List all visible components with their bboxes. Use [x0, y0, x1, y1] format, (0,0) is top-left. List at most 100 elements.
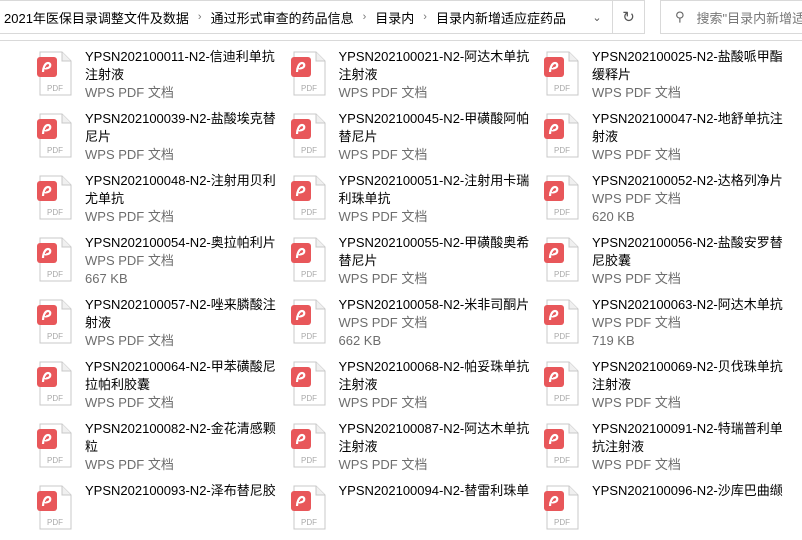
breadcrumb-item[interactable]: 目录内	[375, 8, 414, 27]
file-name: YPSN202100068-N2-帕妥珠单抗注射液	[338, 359, 530, 392]
file-tile[interactable]: PDF YPSN202100057-N2-唑来膦酸注射液 WPS PDF 文档	[37, 296, 287, 354]
svg-text:PDF: PDF	[554, 208, 570, 217]
svg-text:PDF: PDF	[47, 518, 63, 527]
file-tile[interactable]: PDF YPSN202100055-N2-甲磺酸奥希替尼片 WPS PDF 文档	[290, 234, 541, 292]
file-tile[interactable]: PDF YPSN202100087-N2-阿达木单抗注射液 WPS PDF 文档	[290, 420, 541, 478]
svg-text:PDF: PDF	[554, 332, 570, 341]
file-name: YPSN202100011-N2-信迪利单抗注射液	[85, 49, 275, 82]
pdf-file-icon: PDF	[544, 485, 579, 530]
file-tile[interactable]: PDF YPSN202100069-N2-贝伐珠单抗注射液 WPS PDF 文档	[544, 358, 794, 416]
breadcrumb-item[interactable]: 2021年医保目录调整文件及数据	[4, 8, 189, 27]
file-tile[interactable]: PDF YPSN202100052-N2-达格列净片 WPS PDF 文档 62…	[544, 172, 794, 230]
svg-text:PDF: PDF	[47, 84, 63, 93]
chevron-right-icon[interactable]: ›	[423, 11, 427, 23]
file-tile[interactable]: PDF YPSN202100064-N2-甲苯磺酸尼拉帕利胶囊 WPS PDF …	[37, 358, 287, 416]
file-type: WPS PDF 文档	[85, 209, 174, 224]
file-type: WPS PDF 文档	[592, 85, 681, 100]
file-size: 620 KB	[592, 209, 635, 224]
pdf-file-icon: PDF	[544, 237, 579, 282]
file-name: YPSN202100069-N2-贝伐珠单抗注射液	[592, 359, 783, 392]
breadcrumb: 2021年医保目录调整文件及数据 › 通过形式审查的药品信息 › 目录内 › 目录内新…	[0, 8, 582, 27]
file-size: 662 KB	[338, 333, 382, 348]
search-icon: ⚲	[675, 9, 685, 24]
file-tile[interactable]: PDF YPSN202100091-N2-特瑞普利单抗注射液 WPS PDF 文…	[544, 420, 794, 478]
file-name: YPSN202100082-N2-金花清感颗粒	[85, 421, 276, 454]
pdf-file-icon: PDF	[544, 51, 579, 96]
search-placeholder: 搜索"目录内新增适应症药品"	[696, 10, 802, 26]
chevron-right-icon[interactable]: ›	[198, 11, 202, 23]
pdf-file-icon: PDF	[37, 113, 72, 158]
file-name: YPSN202100091-N2-特瑞普利单抗注射液	[592, 421, 783, 454]
file-type: WPS PDF 文档	[85, 395, 174, 410]
pdf-file-icon: PDF	[290, 237, 325, 282]
file-tile[interactable]: PDF YPSN202100039-N2-盐酸埃克替尼片 WPS PDF 文档	[37, 110, 287, 168]
file-name: YPSN202100056-N2-盐酸安罗替尼胶囊	[592, 235, 783, 268]
file-type: WPS PDF 文档	[592, 147, 681, 162]
pdf-file-icon: PDF	[290, 423, 325, 468]
pdf-file-icon: PDF	[544, 423, 579, 468]
file-name: YPSN202100057-N2-唑来膦酸注射液	[85, 297, 276, 330]
pdf-file-icon: PDF	[290, 485, 325, 530]
file-tile[interactable]: PDF YPSN202100047-N2-地舒单抗注射液 WPS PDF 文档	[544, 110, 794, 168]
pdf-file-icon: PDF	[37, 485, 72, 530]
file-name: YPSN202100064-N2-甲苯磺酸尼拉帕利胶囊	[85, 359, 276, 392]
pdf-file-icon: PDF	[290, 175, 325, 220]
file-type: WPS PDF 文档	[592, 191, 681, 206]
file-size: 667 KB	[85, 271, 128, 286]
file-tile[interactable]: PDF YPSN202100048-N2-注射用贝利尤单抗 WPS PDF 文档	[37, 172, 287, 230]
file-type: WPS PDF 文档	[85, 253, 174, 268]
pdf-file-icon: PDF	[544, 361, 579, 406]
file-type: WPS PDF 文档	[592, 315, 681, 330]
file-name: YPSN202100051-N2-注射用卡瑞利珠单抗	[338, 173, 530, 206]
chevron-right-icon[interactable]: ›	[363, 11, 367, 23]
file-type: WPS PDF 文档	[338, 395, 428, 410]
svg-text:PDF: PDF	[47, 456, 63, 465]
file-name: YPSN202100096-N2-沙库巴曲缬	[592, 483, 783, 498]
file-tile[interactable]: PDF YPSN202100058-N2-米非司酮片 WPS PDF 文档 66…	[290, 296, 541, 354]
svg-text:PDF: PDF	[301, 146, 317, 155]
pdf-file-icon: PDF	[290, 361, 325, 406]
file-tile[interactable]: PDF YPSN202100054-N2-奥拉帕利片 WPS PDF 文档 66…	[37, 234, 287, 292]
file-tile[interactable]: PDF YPSN202100056-N2-盐酸安罗替尼胶囊 WPS PDF 文档	[544, 234, 794, 292]
file-tile[interactable]: PDF YPSN202100051-N2-注射用卡瑞利珠单抗 WPS PDF 文…	[290, 172, 541, 230]
file-tile[interactable]: PDF YPSN202100082-N2-金花清感颗粒 WPS PDF 文档	[37, 420, 287, 478]
chevron-down-icon[interactable]: ⌄	[582, 11, 612, 24]
breadcrumb-item[interactable]: 目录内新增适应症药品	[436, 8, 566, 27]
pdf-file-icon: PDF	[37, 237, 72, 282]
file-name: YPSN202100048-N2-注射用贝利尤单抗	[85, 173, 276, 206]
file-type: WPS PDF 文档	[85, 85, 174, 100]
pdf-file-icon: PDF	[290, 113, 325, 158]
svg-text:PDF: PDF	[301, 84, 317, 93]
search-input[interactable]: ⚲ 搜索"目录内新增适应症药品"	[660, 0, 802, 34]
file-type: WPS PDF 文档	[85, 333, 174, 348]
file-size: 719 KB	[592, 333, 635, 348]
file-tile[interactable]: PDF YPSN202100021-N2-阿达木单抗注射液 WPS PDF 文档	[290, 48, 541, 106]
pdf-file-icon: PDF	[37, 51, 72, 96]
file-tile[interactable]: PDF YPSN202100045-N2-甲磺酸阿帕替尼片 WPS PDF 文档	[290, 110, 541, 168]
file-tile[interactable]: PDF YPSN202100068-N2-帕妥珠单抗注射液 WPS PDF 文档	[290, 358, 541, 416]
refresh-button[interactable]: ↻	[612, 1, 644, 33]
file-tile[interactable]: PDF YPSN202100011-N2-信迪利单抗注射液 WPS PDF 文档	[37, 48, 287, 106]
svg-text:PDF: PDF	[554, 270, 570, 279]
file-tile[interactable]: PDF YPSN202100025-N2-盐酸哌甲酯缓释片 WPS PDF 文档	[544, 48, 794, 106]
file-name: YPSN202100021-N2-阿达木单抗注射液	[338, 49, 530, 82]
address-bar[interactable]: 2021年医保目录调整文件及数据 › 通过形式审查的药品信息 › 目录内 › 目录内新…	[0, 0, 645, 34]
file-name: YPSN202100039-N2-盐酸埃克替尼片	[85, 111, 276, 144]
file-name: YPSN202100093-N2-泽布替尼胶	[85, 483, 276, 498]
svg-text:PDF: PDF	[554, 518, 570, 527]
svg-text:PDF: PDF	[47, 208, 63, 217]
breadcrumb-item[interactable]: 通过形式审查的药品信息	[211, 8, 354, 27]
file-name: YPSN202100094-N2-替雷利珠单	[338, 483, 530, 498]
refresh-icon: ↻	[622, 9, 635, 26]
file-name: YPSN202100087-N2-阿达木单抗注射液	[338, 421, 530, 454]
svg-text:PDF: PDF	[301, 208, 317, 217]
svg-text:PDF: PDF	[47, 332, 63, 341]
file-type: WPS PDF 文档	[592, 395, 681, 410]
divider	[0, 40, 802, 41]
file-type: WPS PDF 文档	[85, 457, 174, 472]
file-type: WPS PDF 文档	[338, 85, 428, 100]
file-name: YPSN202100052-N2-达格列净片	[592, 173, 783, 188]
file-name: YPSN202100058-N2-米非司酮片	[338, 297, 530, 312]
pdf-file-icon: PDF	[290, 299, 325, 344]
file-tile[interactable]: PDF YPSN202100063-N2-阿达木单抗 WPS PDF 文档 71…	[544, 296, 794, 354]
